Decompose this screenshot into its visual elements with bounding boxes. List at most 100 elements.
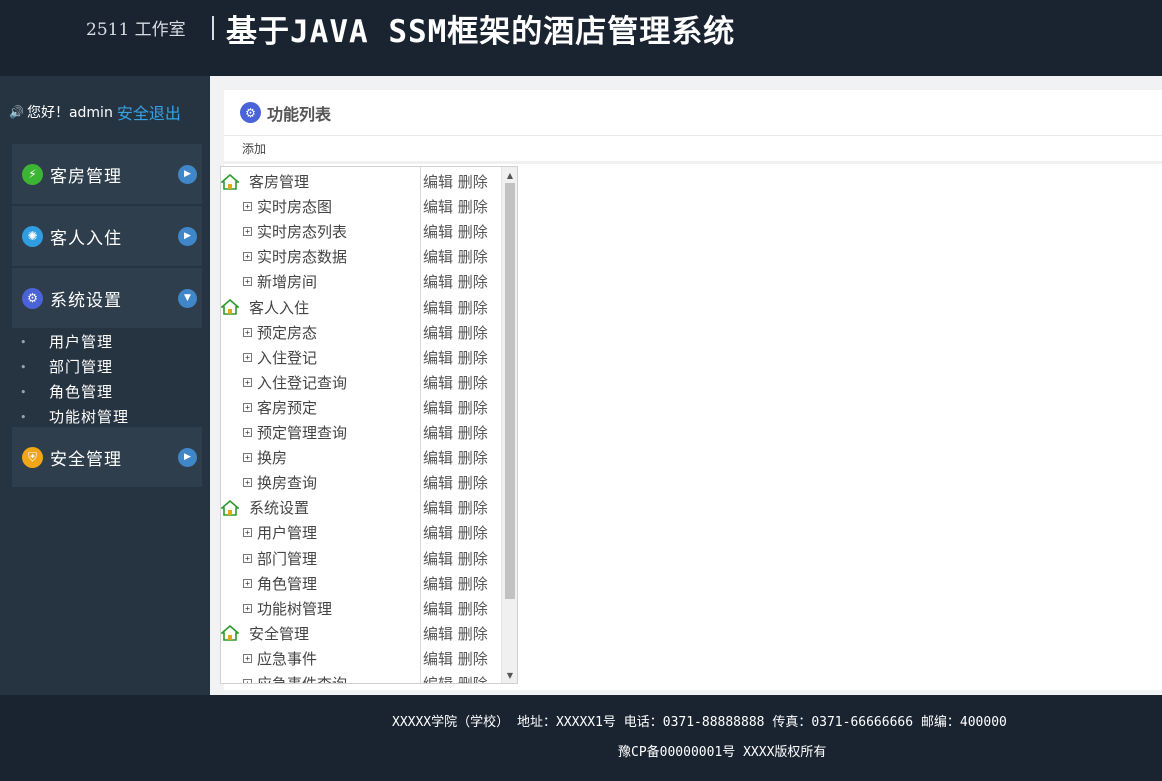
delete-button[interactable]: 删除 [458,299,488,317]
edit-button[interactable]: 编辑 [423,299,453,317]
tree-node[interactable]: + 功能树管理 [221,598,421,619]
tree-node[interactable]: 安全管理 [221,623,421,644]
expand-plus-icon[interactable]: + [243,252,252,262]
expand-plus-icon[interactable]: + [243,402,252,412]
tree-node[interactable]: + 实时房态列表 [221,221,421,242]
logout-link[interactable]: 安全退出 [117,100,181,124]
edit-button[interactable]: 编辑 [423,324,453,342]
expand-plus-icon[interactable]: + [243,553,252,563]
edit-button[interactable]: 编辑 [423,349,453,367]
edit-button[interactable]: 编辑 [423,625,453,643]
edit-button[interactable]: 编辑 [423,550,453,568]
expand-plus-icon[interactable]: + [243,202,252,212]
add-button[interactable]: 添加 [242,140,266,157]
delete-button[interactable]: 删除 [458,198,488,216]
delete-button[interactable]: 删除 [458,650,488,668]
scroll-down-icon[interactable]: ▼ [502,667,517,683]
expand-plus-icon[interactable]: + [243,603,252,613]
delete-button[interactable]: 删除 [458,349,488,367]
edit-button[interactable]: 编辑 [423,675,453,683]
menu-guest-checkin[interactable]: ✺ 客人入住 ▶ [12,206,202,266]
delete-button[interactable]: 删除 [458,499,488,517]
tree-node[interactable]: + 换房 [221,447,421,468]
expand-plus-icon[interactable]: + [243,428,252,437]
submenu-department-management[interactable]: 部门管理 [12,355,202,380]
collapse-arrow-icon[interactable]: ▼ [178,288,197,308]
edit-button[interactable]: 编辑 [423,424,453,442]
edit-button[interactable]: 编辑 [423,600,453,618]
tree-node[interactable]: + 实时房态图 [221,196,421,217]
delete-button[interactable]: 删除 [458,675,488,683]
expand-plus-icon[interactable]: + [243,377,252,387]
edit-button[interactable]: 编辑 [423,248,453,266]
expand-arrow-icon[interactable]: ▶ [178,447,197,467]
edit-button[interactable]: 编辑 [423,650,453,668]
delete-button[interactable]: 删除 [458,374,488,392]
delete-button[interactable]: 删除 [458,524,488,542]
delete-button[interactable]: 删除 [458,273,488,291]
delete-button[interactable]: 删除 [458,424,488,442]
expand-plus-icon[interactable]: + [243,679,252,683]
function-tree[interactable]: 客房管理 编辑 删除 + 实时房态图 编辑 删除 + 实时房态列表 编辑 删除 + 实时房态数据编… [220,166,518,684]
delete-button[interactable]: 删除 [458,173,488,191]
expand-plus-icon[interactable]: + [243,478,252,488]
delete-button[interactable]: 删除 [458,600,488,618]
delete-button[interactable]: 删除 [458,449,488,467]
tree-node[interactable]: + 部门管理 [221,548,421,569]
edit-button[interactable]: 编辑 [423,273,453,291]
submenu-role-management[interactable]: 角色管理 [12,380,202,405]
edit-button[interactable]: 编辑 [423,223,453,241]
tree-node[interactable]: 系统设置 [221,497,421,518]
expand-plus-icon[interactable]: + [243,277,252,287]
edit-button[interactable]: 编辑 [423,374,453,392]
tree-node[interactable]: + 应急事件查询 [221,673,421,683]
expand-arrow-icon[interactable]: ▶ [178,226,197,246]
scroll-thumb[interactable] [505,183,515,599]
menu-room-management[interactable]: ⚡ 客房管理 ▶ [12,144,202,204]
tree-node[interactable]: + 应急事件 [221,648,421,669]
delete-button[interactable]: 删除 [458,550,488,568]
delete-button[interactable]: 删除 [458,575,488,593]
edit-button[interactable]: 编辑 [423,524,453,542]
delete-button[interactable]: 删除 [458,248,488,266]
menu-security-management[interactable]: ⛨ 安全管理 ▶ [12,427,202,487]
submenu-user-management[interactable]: 用户管理 [12,330,202,355]
edit-button[interactable]: 编辑 [423,499,453,517]
scroll-up-icon[interactable]: ▲ [502,167,517,183]
delete-button[interactable]: 删除 [458,625,488,643]
edit-button[interactable]: 编辑 [423,399,453,417]
expand-plus-icon[interactable]: + [243,528,252,538]
tree-node[interactable]: + 入住登记查询 [221,372,421,393]
expand-plus-icon[interactable]: + [243,327,252,337]
tree-node[interactable]: 客人入住 [221,297,421,318]
delete-button[interactable]: 删除 [458,324,488,342]
tree-node[interactable]: + 实时房态数据 [221,246,421,267]
expand-plus-icon[interactable]: + [243,578,252,588]
edit-button[interactable]: 编辑 [423,198,453,216]
expand-plus-icon[interactable]: + [243,227,252,237]
expand-plus-icon[interactable]: + [243,352,252,362]
tree-node[interactable]: + 用户管理 [221,522,421,543]
expand-plus-icon[interactable]: + [243,653,252,663]
tree-node[interactable]: + 换房查询 [221,472,421,493]
edit-button[interactable]: 编辑 [423,474,453,492]
expand-arrow-icon[interactable]: ▶ [178,164,197,184]
tree-node[interactable]: + 入住登记 [221,347,421,368]
edit-button[interactable]: 编辑 [423,449,453,467]
tree-node[interactable]: 客房管理 [221,171,421,192]
edit-button[interactable]: 编辑 [423,575,453,593]
tree-node[interactable]: + 预定房态 [221,322,421,343]
tree-node[interactable]: + 新增房间 [221,271,421,292]
edit-button[interactable]: 编辑 [423,173,453,191]
tree-node[interactable]: + 预定管理查询 [221,422,421,443]
tree-scrollbar[interactable]: ▲ ▼ [501,167,517,683]
expand-plus-icon[interactable]: + [243,453,252,463]
delete-button[interactable]: 删除 [458,399,488,417]
menu-system-settings[interactable]: ⚙ 系统设置 ▼ [12,268,202,328]
delete-button[interactable]: 删除 [458,474,488,492]
bulb-icon: ✺ [22,225,43,247]
delete-button[interactable]: 删除 [458,223,488,241]
tree-node[interactable]: + 客房预定 [221,397,421,418]
tree-node[interactable]: + 角色管理 [221,573,421,594]
row-actions: 编辑 删除 [421,246,488,267]
